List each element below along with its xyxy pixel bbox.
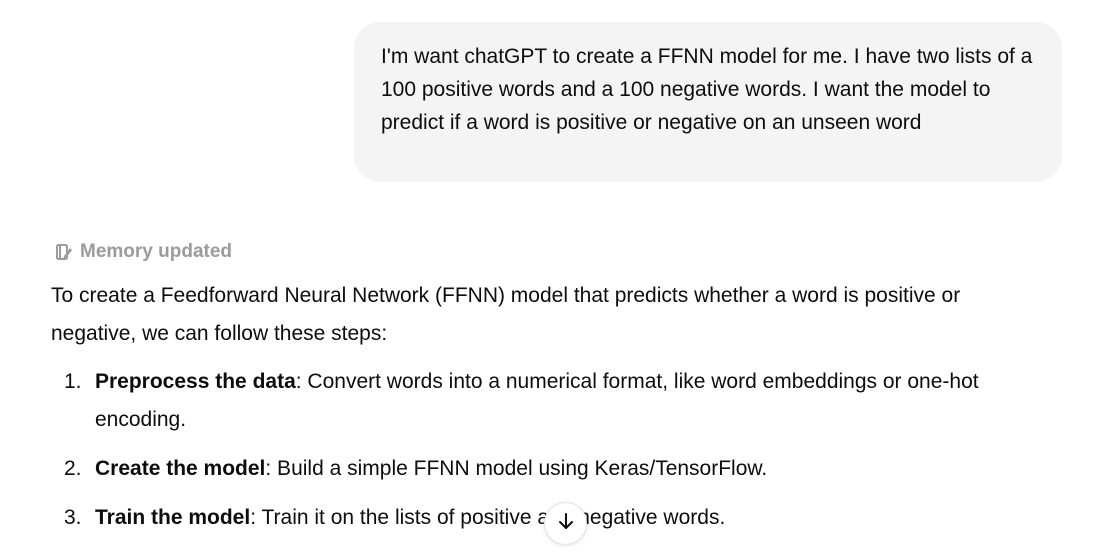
step-title: Create the model [95,457,266,480]
memory-edit-icon [55,243,73,261]
step-number: 1. [64,370,82,393]
list-item: 1. Preprocess the data: Convert words in… [51,363,1031,439]
step-number: 3. [64,506,82,529]
step-title: Preprocess the data [95,370,296,393]
step-text: : Train it on the lists of positive and … [250,506,726,529]
assistant-message: To create a Feedforward Neural Network (… [51,277,1031,548]
list-item: 2. Create the model: Build a simple FFNN… [51,450,1031,488]
chat-page: I'm want chatGPT to create a FFNN model … [0,0,1097,552]
step-title: Train the model [95,506,251,529]
list-item: 3. Train the model: Train it on the list… [51,499,1031,537]
arrow-down-icon [556,511,576,536]
step-text: : Build a simple FFNN model using Keras/… [265,457,768,480]
memory-status-label: Memory updated [80,241,233,262]
user-message-bubble: I'm want chatGPT to create a FFNN model … [354,22,1062,182]
user-message-text: I'm want chatGPT to create a FFNN model … [381,45,1033,134]
memory-updated-indicator[interactable]: Memory updated [55,240,232,264]
steps-list: 1. Preprocess the data: Convert words in… [51,363,1031,537]
assistant-intro-text: To create a Feedforward Neural Network (… [51,284,961,345]
scroll-to-bottom-button[interactable] [544,502,587,545]
step-number: 2. [64,457,82,480]
